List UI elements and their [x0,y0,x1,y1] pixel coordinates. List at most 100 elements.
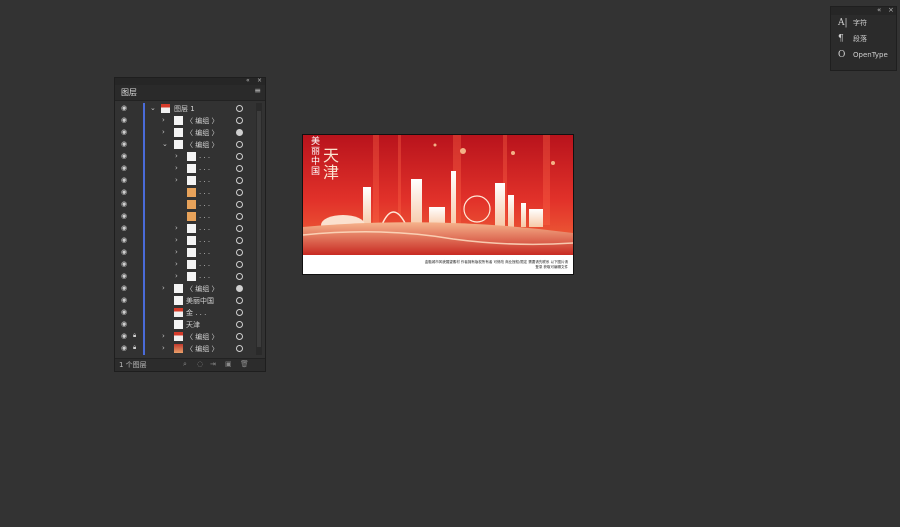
target-circle-icon[interactable] [236,189,243,196]
chevron-right-icon[interactable]: › [162,128,165,136]
opentype-panel-item[interactable]: O OpenType [831,47,896,63]
target-circle-icon[interactable] [236,309,243,316]
layers-panel-titlebar[interactable]: « × [115,77,265,85]
chevron-right-icon[interactable]: › [175,272,178,280]
target-circle-icon[interactable] [236,285,243,292]
delete-icon[interactable]: 🗑︎ [240,360,249,368]
layer-row[interactable]: ◉ . . . [115,211,255,223]
layer-row[interactable]: ◉ › 〈 编组 〉 [115,127,255,139]
scrollbar-thumb[interactable] [257,111,261,347]
chevron-right-icon[interactable]: › [175,260,178,268]
target-circle-icon[interactable] [236,177,243,184]
chevron-right-icon[interactable]: › [162,116,165,124]
visibility-eye-icon[interactable]: ◉ [121,188,127,196]
target-circle-icon[interactable] [236,105,243,112]
visibility-eye-icon[interactable]: ◉ [121,104,127,112]
layer-row[interactable]: ◉ 天津 [115,319,255,331]
layer-row[interactable]: ◉ . . . [115,187,255,199]
target-circle-icon[interactable] [236,261,243,268]
layer-row[interactable]: ◉ › . . . [115,235,255,247]
visibility-eye-icon[interactable]: ◉ [121,272,127,280]
layer-row[interactable]: ◉ 美丽中国 [115,295,255,307]
search-icon[interactable]: ⌕ [183,360,187,369]
layer-row[interactable]: ◉ › . . . [115,223,255,235]
new-sublayer-icon[interactable]: ⇥ [210,360,216,368]
chevron-right-icon[interactable]: › [175,152,178,160]
target-circle-icon[interactable] [236,201,243,208]
target-circle-icon[interactable] [236,249,243,256]
visibility-eye-icon[interactable]: ◉ [121,296,127,304]
layer-row[interactable]: ◉ . . . [115,199,255,211]
target-circle-icon[interactable] [236,165,243,172]
layer-row[interactable]: ◉ › . . . [115,163,255,175]
target-circle-icon[interactable] [236,273,243,280]
target-circle-icon[interactable] [236,237,243,244]
layer-row[interactable]: ◉ ⌄ 图层 1 [115,103,255,115]
target-circle-icon[interactable] [236,153,243,160]
collapse-icon[interactable]: « [877,6,881,14]
visibility-eye-icon[interactable]: ◉ [121,236,127,244]
lock-icon[interactable]: 🔒︎ [133,344,136,352]
target-circle-icon[interactable] [236,333,243,340]
visibility-eye-icon[interactable]: ◉ [121,332,127,340]
target-circle-icon[interactable] [236,129,243,136]
target-circle-icon[interactable] [236,297,243,304]
visibility-eye-icon[interactable]: ◉ [121,128,127,136]
visibility-eye-icon[interactable]: ◉ [121,260,127,268]
tab-layers[interactable]: 图层 [121,87,137,98]
target-circle-icon[interactable] [236,117,243,124]
layer-row[interactable]: ◉ 🔒︎ › 〈 编组 〉 [115,343,255,355]
layer-row[interactable]: ◉ › . . . [115,175,255,187]
chevron-right-icon[interactable]: › [175,248,178,256]
paragraph-panel-item[interactable]: ¶ 段落 [831,31,896,47]
target-circle-icon[interactable] [236,141,243,148]
target-circle-icon[interactable] [236,345,243,352]
chevron-right-icon[interactable]: › [162,284,165,292]
layer-row[interactable]: ◉ › . . . [115,151,255,163]
visibility-eye-icon[interactable]: ◉ [121,344,127,352]
chevron-right-icon[interactable]: › [175,224,178,232]
layer-row[interactable]: ◉ 🔒︎ › 〈 编组 〉 [115,331,255,343]
visibility-eye-icon[interactable]: ◉ [121,212,127,220]
visibility-eye-icon[interactable]: ◉ [121,308,127,316]
layer-row[interactable]: ◉ › 〈 编组 〉 [115,115,255,127]
layer-row[interactable]: ◉ ⌄ 〈 编组 〉 [115,139,255,151]
visibility-eye-icon[interactable]: ◉ [121,248,127,256]
chevron-right-icon[interactable]: › [175,164,178,172]
chevron-right-icon[interactable]: › [175,176,178,184]
chevron-right-icon[interactable]: › [162,332,165,340]
layer-name: 美丽中国 [186,297,214,305]
panel-menu-icon[interactable]: ≡ [254,86,261,95]
collapse-icon[interactable]: « [246,77,250,84]
layer-row[interactable]: ◉ › . . . [115,271,255,283]
make-clipping-mask-icon[interactable]: ◌ [197,360,203,368]
visibility-eye-icon[interactable]: ◉ [121,320,127,328]
layer-row[interactable]: ◉ › . . . [115,247,255,259]
chevron-down-icon[interactable]: ⌄ [162,140,168,148]
chevron-right-icon[interactable]: › [175,236,178,244]
visibility-eye-icon[interactable]: ◉ [121,152,127,160]
layer-row[interactable]: ◉ › 〈 编组 〉 [115,283,255,295]
layer-row[interactable]: ◉ 金 . . . [115,307,255,319]
chevron-right-icon[interactable]: › [162,344,165,352]
character-panel-item[interactable]: A| 字符 [831,15,896,31]
layer-row[interactable]: ◉ › . . . [115,259,255,271]
visibility-eye-icon[interactable]: ◉ [121,224,127,232]
visibility-eye-icon[interactable]: ◉ [121,176,127,184]
visibility-eye-icon[interactable]: ◉ [121,164,127,172]
visibility-eye-icon[interactable]: ◉ [121,140,127,148]
visibility-eye-icon[interactable]: ◉ [121,284,127,292]
close-icon[interactable]: × [257,77,262,84]
close-icon[interactable]: × [888,6,894,14]
visibility-eye-icon[interactable]: ◉ [121,200,127,208]
layers-scrollbar[interactable] [256,103,262,355]
target-circle-icon[interactable] [236,321,243,328]
new-layer-icon[interactable]: ▣ [225,360,232,368]
artboard[interactable]: 美丽中国 天津 金融城市风貌展望素材 作者拥有版权所有者 可修改 商业授权/限定… [302,134,574,275]
visibility-eye-icon[interactable]: ◉ [121,116,127,124]
chevron-down-icon[interactable]: ⌄ [150,104,156,112]
lock-icon[interactable]: 🔒︎ [133,332,136,340]
mini-panel-titlebar[interactable]: « × [831,6,896,15]
target-circle-icon[interactable] [236,225,243,232]
target-circle-icon[interactable] [236,213,243,220]
